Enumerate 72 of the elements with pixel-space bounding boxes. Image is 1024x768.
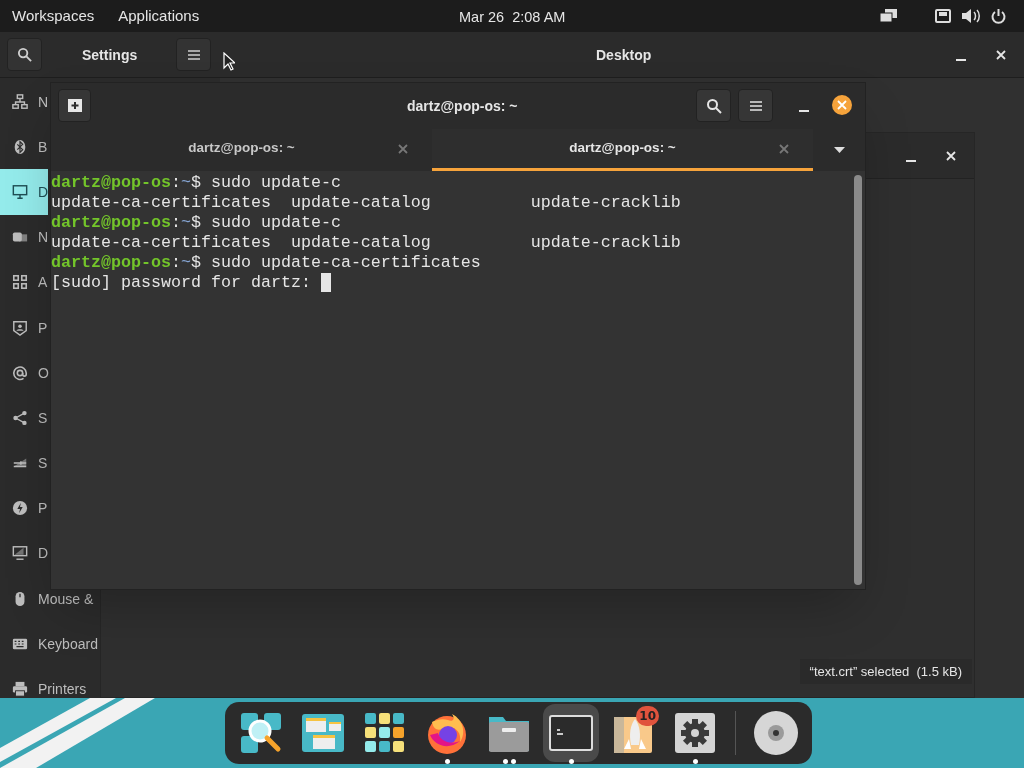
tab[interactable]: dartz@pop-os: ~ xyxy=(51,129,432,171)
volume-icon[interactable] xyxy=(962,9,980,23)
menu-button[interactable] xyxy=(176,38,211,71)
close-icon xyxy=(837,100,847,110)
mouse-pointer-icon xyxy=(223,52,235,71)
gear-icon xyxy=(674,712,716,754)
minimize-icon xyxy=(906,160,916,162)
sidebar-item[interactable]: D xyxy=(0,545,49,562)
sidebar-item[interactable]: Mouse & xyxy=(0,590,94,607)
notification-badge: 10 xyxy=(636,706,659,726)
dock-item[interactable]: 10 xyxy=(605,704,661,762)
privacy-icon xyxy=(12,319,28,336)
search-icon xyxy=(705,97,722,114)
close-button[interactable] xyxy=(832,95,852,115)
sidebar-item[interactable]: Keyboard xyxy=(0,635,98,652)
app-grid-icon xyxy=(363,711,407,755)
caret-icon xyxy=(833,147,845,153)
search-button[interactable] xyxy=(7,38,42,71)
sidebar-item[interactable]: Printers xyxy=(0,681,87,698)
sidebar-item[interactable]: D xyxy=(0,169,49,215)
page-title: Desktop xyxy=(596,46,652,65)
sidebar-item[interactable]: O xyxy=(0,364,49,381)
text-cursor xyxy=(320,273,331,292)
clock[interactable]: Mar 26 2:08 AM xyxy=(459,7,566,29)
search-button[interactable] xyxy=(696,89,731,122)
window-title: Settings xyxy=(82,46,138,65)
power-icon xyxy=(12,500,28,517)
share-icon xyxy=(12,409,28,426)
dock-item[interactable] xyxy=(543,704,599,762)
network-icon xyxy=(12,93,28,110)
sidebar-item[interactable]: P xyxy=(0,500,48,517)
power-icon[interactable] xyxy=(991,8,1006,24)
sidebar-item[interactable]: N xyxy=(0,93,49,110)
network-icon[interactable] xyxy=(935,9,951,23)
prompt-line: dartz@pop-os:~$ sudo update-c xyxy=(51,213,341,233)
sidebar-item[interactable]: S xyxy=(0,409,48,426)
close-tab-icon xyxy=(398,144,408,154)
panel-menu[interactable]: Workspaces xyxy=(12,4,95,28)
at-icon xyxy=(12,364,28,381)
windows-icon xyxy=(301,711,345,755)
new-tab-button[interactable] xyxy=(58,89,91,122)
menu-icon xyxy=(187,49,200,60)
display-icon xyxy=(12,545,28,562)
magnifier-icon xyxy=(239,711,283,755)
close-icon xyxy=(996,50,1006,60)
terminal-icon xyxy=(549,715,593,751)
disc-icon xyxy=(753,710,799,756)
desktop-icon xyxy=(12,183,28,200)
sidebar-item[interactable]: B xyxy=(0,138,48,155)
menu-icon xyxy=(749,100,762,111)
sidebar-item[interactable]: S xyxy=(0,455,48,472)
sidebar-item[interactable]: N xyxy=(0,229,49,246)
window-title: dartz@pop-os: ~ xyxy=(407,97,518,116)
search-icon xyxy=(17,47,32,62)
sidebar-item[interactable]: A xyxy=(0,274,48,291)
close-tab-icon xyxy=(779,144,789,154)
minimize-icon xyxy=(956,59,966,61)
apps-icon xyxy=(12,274,28,291)
windows-icon[interactable] xyxy=(880,9,898,23)
sidebar-item[interactable]: P xyxy=(0,319,48,336)
status-label: “text.crt” selected (1.5 kB) xyxy=(799,658,972,684)
minimize-icon xyxy=(799,110,809,112)
prompt-line: dartz@pop-os:~$ sudo update-c xyxy=(51,173,341,193)
bluetooth-icon xyxy=(12,138,28,155)
output-line: [sudo] password for dartz: xyxy=(51,273,312,293)
close-icon xyxy=(946,151,956,161)
menu-button[interactable] xyxy=(738,89,773,122)
output-line: update-ca-certificates update-catalog update-cracklib xyxy=(51,193,681,213)
new-tab-icon xyxy=(67,99,82,112)
prompt-line: dartz@pop-os:~$ sudo update-ca-certificates xyxy=(51,253,481,273)
panel-menu[interactable]: Applications xyxy=(118,4,200,28)
output-line: update-ca-certificates update-catalog update-cracklib xyxy=(51,233,681,253)
